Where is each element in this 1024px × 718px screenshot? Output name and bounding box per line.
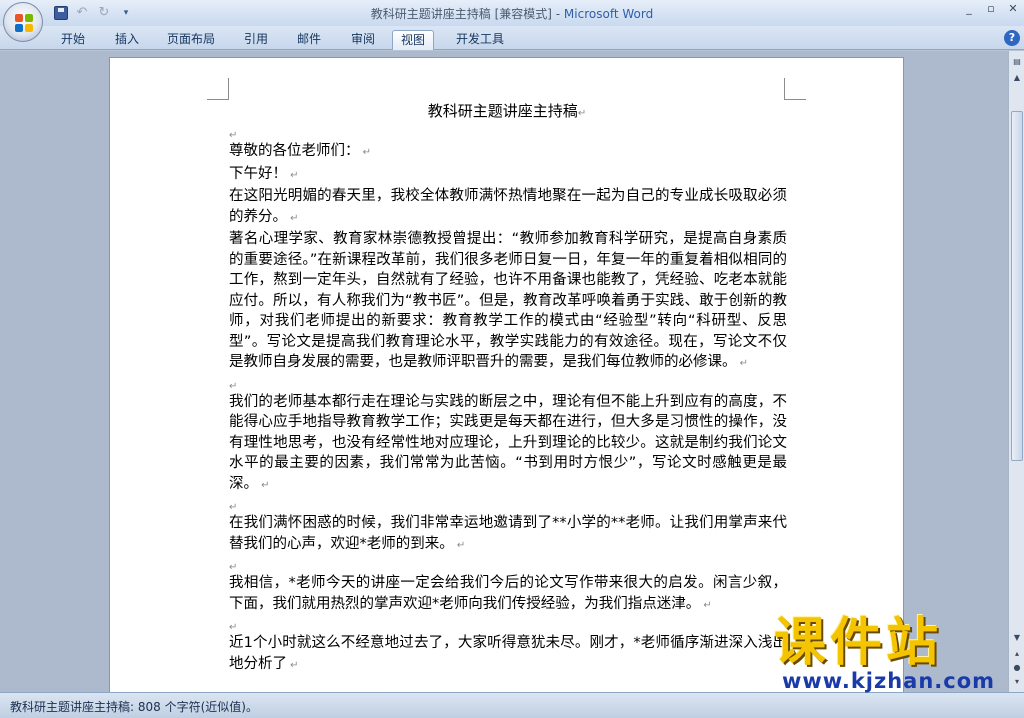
status-bar: 教科研主题讲座主持稿: 808 个字符(近似值)。	[0, 692, 1024, 718]
paragraph: 我相信，*老师今天的讲座一定会给我们今后的论文写作带来很大的启发。闲言少叙，下面…	[229, 573, 787, 616]
paragraph-empty	[229, 375, 787, 392]
vertical-scrollbar[interactable]: ▤ ▲ ▼ ▴ ● ▾	[1008, 51, 1024, 692]
paragraph: 近1个小时就这么不经意地过去了，大家听得意犹未尽。刚才，*老师循序渐进深入浅出地…	[229, 633, 787, 676]
watermark-text: 课件站	[774, 613, 943, 673]
margin-corner-top-left	[207, 78, 229, 100]
paragraph-empty	[229, 496, 787, 513]
paragraph-good-afternoon: 下午好！	[229, 164, 787, 187]
close-button[interactable]: ✕	[1006, 2, 1020, 15]
document-title: 教科研主题讲座主持稿	[230, 100, 784, 121]
tab-mailings[interactable]: 邮件	[289, 30, 329, 50]
paragraph-empty	[229, 616, 787, 633]
document-body[interactable]: 尊敬的各位老师们： 下午好！ 在这阳光明媚的春天里，我校全体教师满怀热情地聚在一…	[229, 124, 787, 676]
document-area: 教科研主题讲座主持稿 尊敬的各位老师们： 下午好！ 在这阳光明媚的春天里，我校全…	[0, 51, 1008, 707]
tab-insert[interactable]: 插入	[107, 30, 147, 50]
scroll-down-button[interactable]: ▼	[1010, 631, 1024, 645]
scroll-up-button[interactable]: ▲	[1010, 71, 1024, 85]
tab-developer[interactable]: 开发工具	[448, 30, 512, 50]
tab-home[interactable]: 开始	[53, 30, 93, 50]
paragraph: 著名心理学家、教育家林崇德教授曾提出：“教师参加教育科学研究，是提高自身素质的重…	[229, 229, 787, 375]
tab-page-layout[interactable]: 页面布局	[159, 30, 223, 50]
watermark-url: www.kjzhan.com	[782, 669, 996, 693]
office-button[interactable]	[3, 2, 43, 42]
previous-page-button[interactable]: ▴	[1010, 647, 1024, 661]
watermark-logo: 课件站 www.kjzhan.com	[774, 613, 1004, 693]
tab-review[interactable]: 审阅	[343, 30, 383, 50]
next-page-button[interactable]: ▾	[1010, 675, 1024, 689]
help-icon[interactable]: ?	[1004, 30, 1020, 46]
paragraph: 我们的老师基本都行走在理论与实践的断层之中，理论有但不能上升到应有的高度，不能得…	[229, 392, 787, 497]
title-bar: ↶ ↻ ▾ 教科研主题讲座主持稿 [兼容模式] - Microsoft Word…	[0, 0, 1024, 26]
paragraph-empty	[229, 556, 787, 573]
margin-corner-top-right	[784, 78, 806, 100]
document-page[interactable]: 教科研主题讲座主持稿 尊敬的各位老师们： 下午好！ 在这阳光明媚的春天里，我校全…	[109, 57, 904, 707]
paragraph-empty	[229, 124, 787, 141]
select-browse-object-button[interactable]: ●	[1010, 661, 1024, 675]
minimize-button[interactable]: _	[962, 2, 976, 15]
paragraph: 在这阳光明媚的春天里，我校全体教师满怀热情地聚在一起为自己的专业成长吸取必须的养…	[229, 186, 787, 229]
paragraph-greeting: 尊敬的各位老师们：	[229, 141, 787, 164]
tab-view[interactable]: 视图	[392, 30, 435, 50]
app-name: Microsoft Word	[563, 7, 654, 21]
word-count-status[interactable]: 教科研主题讲座主持稿: 808 个字符(近似值)。	[10, 698, 258, 715]
document-name: 教科研主题讲座主持稿 [兼容模式] -	[370, 7, 564, 21]
ruler-toggle-icon[interactable]: ▤	[1010, 55, 1024, 69]
scroll-thumb[interactable]	[1011, 111, 1023, 461]
tab-references[interactable]: 引用	[236, 30, 276, 50]
paragraph: 在我们满怀困惑的时候，我们非常幸运地邀请到了**小学的**老师。让我们用掌声来代…	[229, 513, 787, 556]
office-logo-icon	[15, 14, 33, 32]
ribbon-tabs: 开始 插入 页面布局 引用 邮件 审阅 视图 开发工具	[0, 26, 1024, 50]
restore-button[interactable]: ▫	[984, 2, 998, 15]
window-title: 教科研主题讲座主持稿 [兼容模式] - Microsoft Word	[0, 5, 1024, 22]
window-controls: _ ▫ ✕	[962, 2, 1020, 15]
